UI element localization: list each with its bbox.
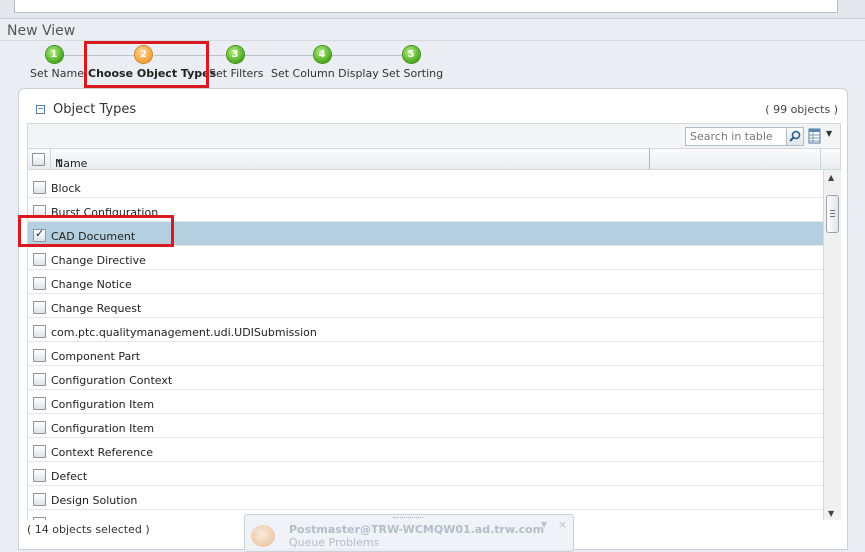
panel-title: Object Types (53, 102, 137, 117)
row-checkbox[interactable] (33, 421, 46, 434)
highlight-box-step (84, 41, 209, 88)
step-label: Set Sorting (382, 67, 444, 80)
wizard-step-set-filters[interactable]: 3 Set Filters (209, 46, 264, 80)
row-checkbox[interactable] (33, 397, 46, 410)
column-header-extra[interactable] (648, 149, 821, 169)
wizard-step-set-column-display[interactable]: 4 Set Column Display (271, 46, 379, 80)
table-row[interactable]: Change Request (28, 294, 823, 318)
search-icon (789, 130, 801, 142)
row-checkbox[interactable] (33, 277, 46, 290)
step-4-icon: 4 (313, 46, 331, 63)
row-label: Configuration Context (51, 374, 173, 387)
table-row[interactable]: Configuration Context (28, 366, 823, 390)
row-checkbox[interactable] (33, 325, 46, 338)
row-label: Change Directive (51, 254, 146, 267)
step-label: Set Column Display (271, 67, 379, 80)
table-row[interactable]: Component Part (28, 342, 823, 366)
scrollbar-thumb[interactable] (826, 195, 839, 233)
notification-popup[interactable]: Postmaster@TRW-WCMQW01.ad.trw.com Queue … (244, 514, 574, 552)
step-5-icon: 5 (402, 46, 420, 63)
mail-icon (251, 525, 275, 547)
step-1-icon: 1 (45, 46, 63, 63)
table-row[interactable]: com.ptc.qualitymanagement.udi.UDISubmiss… (28, 318, 823, 342)
top-input-field[interactable] (14, 0, 838, 13)
table-row[interactable]: Configuration Item (28, 390, 823, 414)
row-label: Configuration Item (51, 422, 155, 435)
scroll-up-icon[interactable]: ▲ (828, 173, 834, 182)
table-row[interactable]: Context Reference (28, 438, 823, 462)
row-label: Change Request (51, 302, 142, 315)
step-label: Set Name (30, 67, 85, 80)
row-label: Configuration Item (51, 398, 155, 411)
row-checkbox[interactable] (33, 301, 46, 314)
selection-status: ( 14 objects selected ) (27, 523, 150, 536)
row-label: Context Reference (51, 446, 153, 459)
row-checkbox[interactable] (33, 517, 46, 520)
notification-title: Postmaster@TRW-WCMQW01.ad.trw.com (289, 523, 545, 536)
drag-grip[interactable] (393, 517, 423, 520)
table-row[interactable]: Block (28, 174, 823, 198)
table-row[interactable]: Defect (28, 462, 823, 486)
collapse-icon[interactable]: − (36, 105, 45, 114)
table-row[interactable]: Configuration Item (28, 414, 823, 438)
table-row[interactable]: Change Directive (28, 246, 823, 270)
wizard-step-set-sorting[interactable]: 5 Set Sorting (382, 46, 444, 80)
object-count: ( 99 objects ) (765, 103, 838, 116)
sort-ascending-icon: ↑ (55, 157, 65, 170)
row-label: Component Part (51, 350, 141, 363)
row-checkbox[interactable] (33, 469, 46, 482)
row-label: com.ptc.qualitymanagement.udi.UDISubmiss… (51, 326, 317, 339)
notification-menu-icon[interactable]: ▼ (541, 520, 547, 529)
row-label: Deviation (51, 518, 104, 520)
row-checkbox[interactable] (33, 253, 46, 266)
row-label: Change Notice (51, 278, 132, 291)
row-label: Block (51, 182, 81, 195)
close-icon[interactable]: × (558, 518, 567, 531)
step-label: Set Filters (209, 67, 264, 80)
notification-message: Queue Problems (289, 536, 380, 549)
search-input[interactable]: Search in table (685, 127, 791, 146)
row-label: Design Solution (51, 494, 138, 507)
table-header: Name ↑ (27, 149, 841, 170)
scroll-down-icon[interactable]: ▼ (828, 509, 834, 518)
row-checkbox[interactable] (33, 373, 46, 386)
column-header-name[interactable]: Name ↑ (50, 149, 650, 170)
table-row[interactable]: Design Solution (28, 486, 823, 510)
search-button[interactable] (786, 127, 804, 146)
highlight-box-row (18, 215, 174, 247)
row-checkbox[interactable] (33, 493, 46, 506)
row-checkbox[interactable] (33, 349, 46, 362)
row-checkbox[interactable] (33, 181, 46, 194)
step-3-icon: 3 (226, 46, 244, 63)
chevron-down-icon[interactable]: ▼ (826, 129, 832, 138)
top-bar (0, 0, 865, 19)
table-view-icon[interactable] (808, 128, 822, 144)
table-row[interactable]: Change Notice (28, 270, 823, 294)
select-all-checkbox[interactable] (32, 153, 45, 166)
row-checkbox[interactable] (33, 445, 46, 458)
row-label: Defect (51, 470, 88, 483)
vertical-scrollbar[interactable]: ▲ ▼ (823, 170, 841, 520)
table-toolbar: Search in table ▼ (27, 123, 841, 149)
wizard-step-set-name[interactable]: 1 Set Name (30, 46, 85, 80)
page-title: New View (7, 23, 76, 39)
